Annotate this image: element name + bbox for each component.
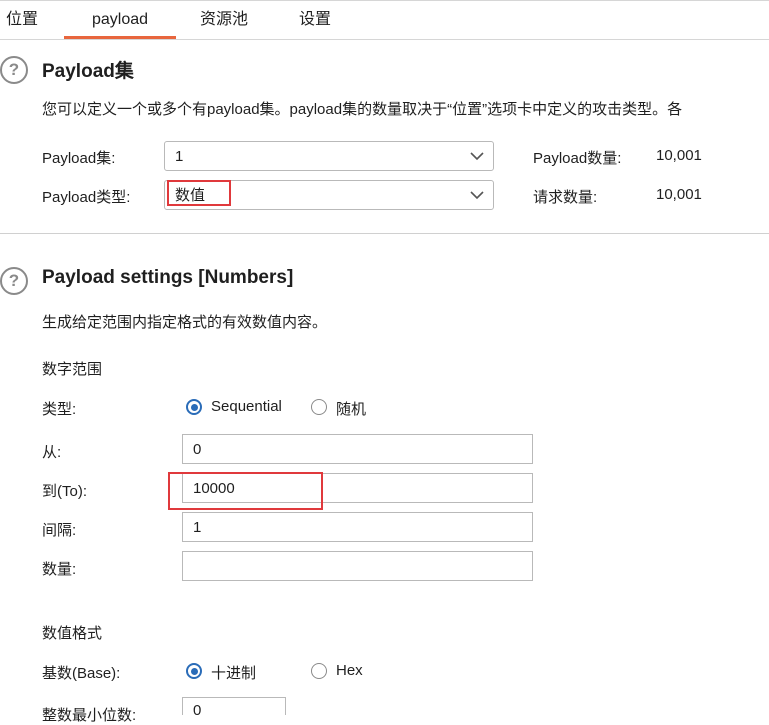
payload-sets-description: 您可以定义一个或多个有payload集。payload集的数量取决于“位置”选项…	[42, 101, 683, 118]
highlight-box	[168, 472, 323, 510]
sequential-label: Sequential	[211, 398, 282, 415]
from-label: 从:	[42, 444, 62, 461]
payload-set-select[interactable]: 1	[164, 141, 494, 171]
active-tab-indicator	[64, 36, 176, 39]
decimal-radio[interactable]	[186, 663, 202, 679]
tab-settings[interactable]: 设置	[286, 0, 344, 38]
payload-set-label: Payload集:	[42, 150, 116, 167]
request-count-label: 请求数量:	[533, 189, 598, 206]
to-label: 到(To):	[42, 483, 88, 500]
payload-count-label: Payload数量:	[533, 150, 622, 167]
step-input[interactable]: 1	[182, 512, 533, 542]
tab-label: payload	[91, 11, 149, 28]
payload-count-value: 10,001	[656, 147, 702, 164]
base-label: 基数(Base):	[42, 665, 121, 682]
section-divider	[0, 233, 769, 234]
payload-settings-title: Payload settings [Numbers]	[42, 267, 294, 288]
number-format-heading: 数值格式	[42, 625, 103, 642]
how-many-label: 数量:	[42, 561, 77, 578]
payload-type-label: Payload类型:	[42, 189, 131, 206]
random-radio[interactable]	[311, 399, 327, 415]
help-icon[interactable]: ?	[0, 56, 28, 84]
tab-positions[interactable]: 位置	[0, 0, 44, 38]
payload-settings-description: 生成给定范围内指定格式的有效数值内容。	[42, 314, 328, 331]
tab-label: 设置	[298, 11, 331, 28]
min-int-digits-value: 0	[193, 702, 202, 719]
from-value: 0	[193, 441, 202, 458]
tab-label: 资源池	[199, 11, 248, 28]
range-type-label: 类型:	[42, 401, 77, 418]
min-int-digits-input[interactable]: 0	[182, 697, 286, 719]
request-count-value: 10,001	[656, 186, 702, 203]
step-label: 间隔:	[42, 522, 77, 539]
chevron-down-icon	[470, 191, 484, 200]
random-label: 随机	[336, 401, 367, 418]
payload-sets-title: Payload集	[42, 61, 134, 82]
tab-payload[interactable]: payload	[64, 0, 176, 39]
how-many-input[interactable]	[182, 551, 533, 581]
highlight-box	[167, 180, 231, 206]
number-range-heading: 数字范围	[42, 361, 103, 378]
help-icon[interactable]: ?	[0, 267, 28, 295]
chevron-down-icon	[470, 152, 484, 161]
tab-label: 位置	[5, 11, 38, 28]
payload-set-value: 1	[175, 148, 184, 165]
sequential-radio[interactable]	[186, 399, 202, 415]
step-value: 1	[193, 519, 202, 536]
hex-radio[interactable]	[311, 663, 327, 679]
tab-resource-pool[interactable]: 资源池	[188, 0, 260, 38]
decimal-label: 十进制	[211, 665, 257, 682]
from-input[interactable]: 0	[182, 434, 533, 464]
hex-label: Hex	[336, 662, 363, 679]
